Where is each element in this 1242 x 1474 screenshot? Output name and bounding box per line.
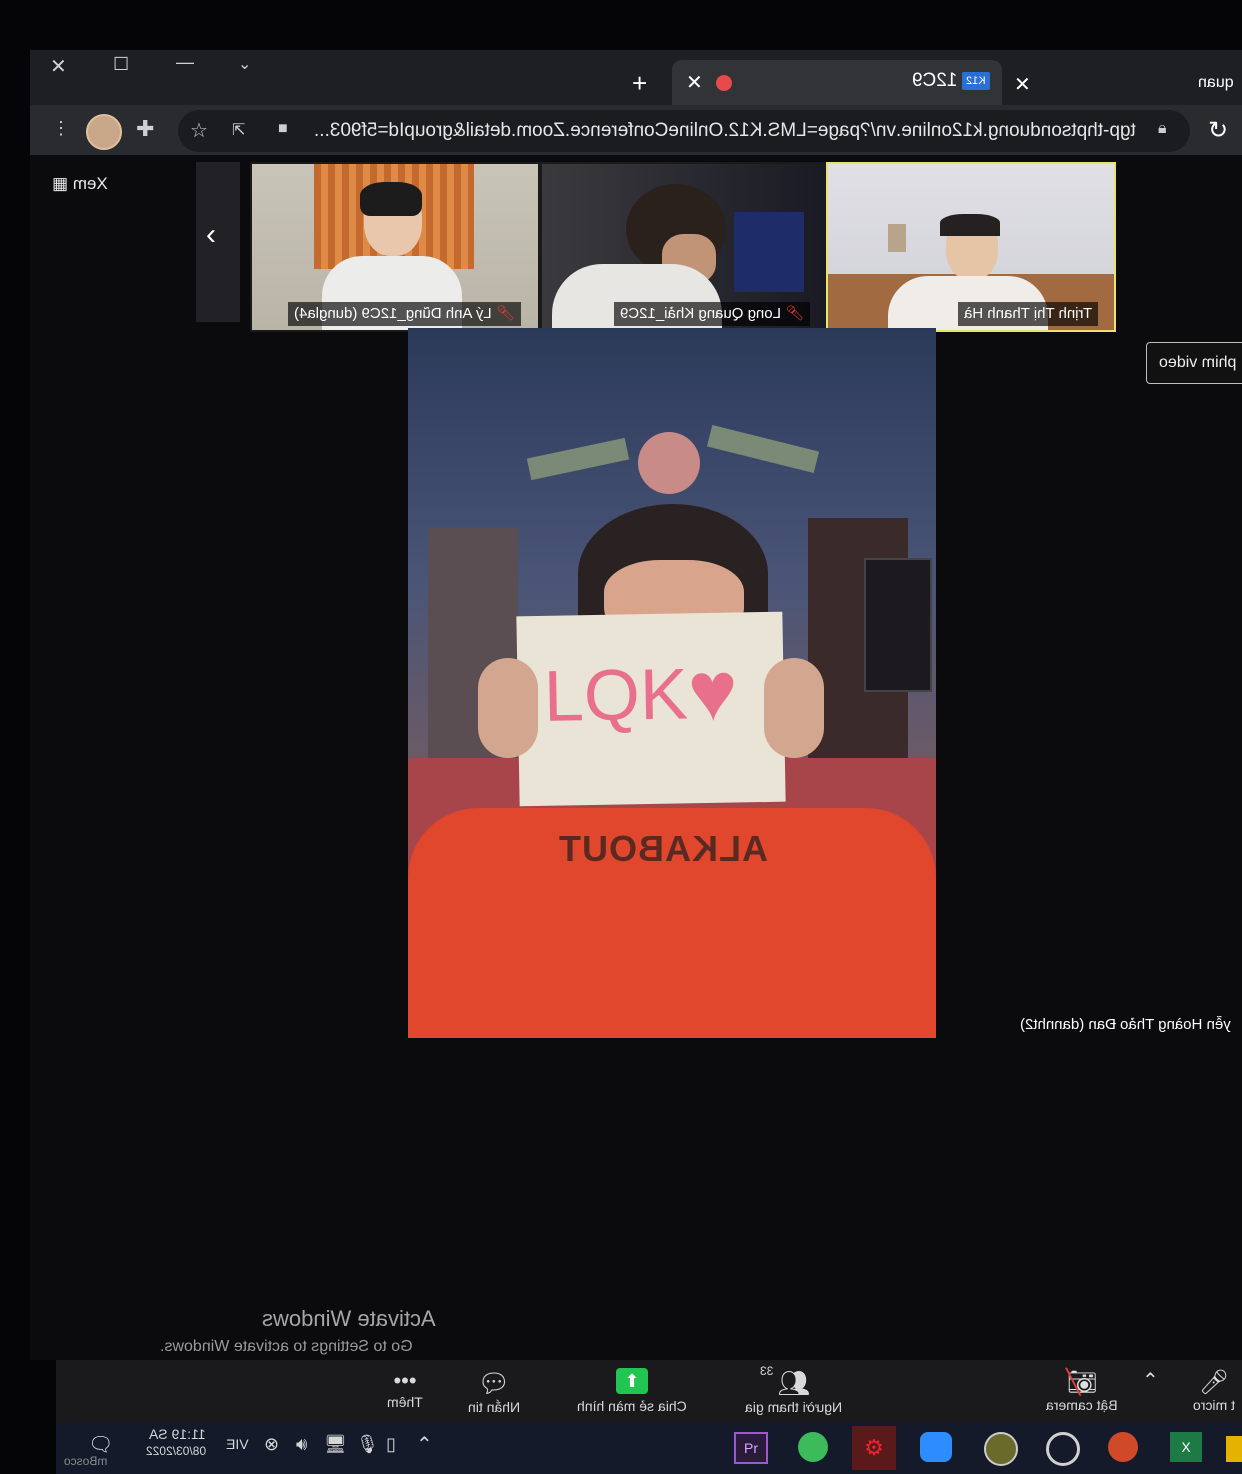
participant-tile[interactable]: 🎤︎ Lý Anh Dũng_12C9 (dungla4) <box>250 162 540 332</box>
pc-lights <box>734 212 804 292</box>
gallery-prev-button[interactable]: ‹ <box>196 162 240 322</box>
reload-icon[interactable]: ↻ <box>1208 116 1228 145</box>
tray-expand-icon[interactable]: ⌃ <box>416 1432 433 1457</box>
tab-quan[interactable]: quan <box>1198 74 1234 92</box>
participant-name: Trịnh Thị Thanh Hà <box>958 302 1099 326</box>
tab-12c9[interactable]: ✕ 12C9 K12 <box>672 60 1002 105</box>
clock-time: 11:19 SA <box>149 1426 206 1442</box>
corner-text: mBosco <box>64 1454 108 1468</box>
extensions-puzzle-icon[interactable]: ✚ <box>136 116 154 142</box>
people-icon: 👥︎ 33 <box>760 1364 811 1398</box>
ceiling-fan-hub <box>638 432 700 494</box>
profile-avatar[interactable] <box>86 114 122 150</box>
close-window-icon[interactable]: ✕ <box>50 54 67 79</box>
main-video: ALKABOUT LQK ♥ <box>408 328 936 1038</box>
zoom-app-icon[interactable] <box>920 1432 952 1462</box>
maximize-icon[interactable]: ☐ <box>113 54 129 75</box>
share-arrow-icon: ⬆ <box>616 1368 648 1394</box>
participants-button[interactable]: 👥︎ 33 Người tham gia <box>732 1364 856 1415</box>
shirt-print: ALKABOUT <box>558 828 768 869</box>
wall-picture <box>864 558 932 692</box>
sign-text: LQK <box>543 654 689 737</box>
tab-search-chevron-icon[interactable]: ⌄ <box>238 54 251 74</box>
recording-icon <box>716 75 732 91</box>
language-indicator[interactable]: VIE <box>226 1436 249 1452</box>
activate-windows-subtitle: Go to Settings to activate Windows. <box>160 1338 413 1355</box>
participant-tile-active[interactable]: Trịnh Thị Thanh Hà <box>826 162 1116 332</box>
chat-bubble-icon: 💬︎ <box>477 1368 511 1398</box>
powerpoint-icon[interactable] <box>1108 1432 1138 1462</box>
menu-dots-icon[interactable]: ⋮ <box>52 118 70 139</box>
participant-name: 🎤︎ Long Quang Khải_12C9 <box>614 302 811 326</box>
chat-button[interactable]: 💬︎ Nhắn tin <box>456 1368 532 1415</box>
more-dots-icon: ••• <box>393 1368 417 1393</box>
share-page-icon[interactable]: ⇱ <box>232 120 245 140</box>
camera-button[interactable]: 📷︎ ╲ Bật camera <box>1034 1368 1130 1413</box>
new-tab-icon[interactable]: + <box>632 68 647 99</box>
share-screen-button[interactable]: ⬆ Chia sẻ màn hình <box>564 1368 700 1414</box>
wall-frame <box>888 224 906 252</box>
red-app-icon[interactable]: ⚙︎ <box>852 1426 896 1470</box>
folder-icon[interactable] <box>1226 1436 1242 1462</box>
camera-off-icon: 📷︎ ╲ <box>1066 1369 1098 1396</box>
premiere-icon[interactable]: Pr <box>734 1432 768 1464</box>
tab-close-icon[interactable]: ✕ <box>1014 72 1031 97</box>
network-icon[interactable]: 🖥︎ <box>324 1434 347 1455</box>
lock-icon: 🔒︎ <box>1158 120 1167 137</box>
more-button[interactable]: ••• Thêm <box>370 1368 440 1410</box>
clock-date: 08/03/2022 <box>145 1444 206 1458</box>
battery-icon[interactable]: ▯ <box>386 1434 396 1455</box>
participant-name: 🎤︎ Lý Anh Dũng_12C9 (dungla4) <box>288 302 521 326</box>
close-circle-icon[interactable]: ⊗ <box>264 1434 279 1455</box>
right-hand <box>764 658 824 758</box>
participant-hair <box>940 214 1000 236</box>
participant-tile[interactable]: 🎤︎ Long Quang Khải_12C9 <box>540 162 828 332</box>
chevron-left-icon: ‹ <box>206 218 216 251</box>
heart-icon: ♥ <box>686 643 739 739</box>
caret-up-icon[interactable]: ⌃ <box>1142 1368 1159 1393</box>
excel-icon[interactable]: X <box>1170 1432 1202 1462</box>
green-app-icon[interactable] <box>798 1432 828 1462</box>
speaker-name: yễn Hoàng Thảo Đan (dannht2) <box>1020 1016 1231 1033</box>
tab-title: 12C9 <box>912 70 958 91</box>
bookmark-star-icon[interactable]: ☆ <box>190 118 208 143</box>
tab-close-icon[interactable]: ✕ <box>686 70 703 95</box>
camera-permission-icon[interactable]: ■ <box>278 120 288 138</box>
minimize-icon[interactable]: — <box>176 52 194 73</box>
search-app-icon[interactable] <box>1046 1432 1080 1466</box>
micro-button[interactable]: 🎤︎ t micro <box>1186 1368 1242 1413</box>
paper-sign: LQK ♥ <box>516 611 786 807</box>
clock[interactable]: 11:19 SA 08/03/2022 <box>130 1426 206 1458</box>
k12-favicon: K12 <box>962 72 990 90</box>
left-hand <box>478 658 538 758</box>
view-button[interactable]: Xem ▦ <box>52 174 108 194</box>
url-text[interactable]: tgp-thptsonduong.k12online.vn/?page=LMS.… <box>314 120 1146 142</box>
microphone-icon[interactable]: 🎙︎ <box>356 1434 379 1455</box>
film-video-button[interactable]: phim video <box>1146 342 1242 384</box>
volume-icon[interactable]: 🔊︎ <box>296 1434 307 1455</box>
participant-hair <box>360 182 422 216</box>
media-app-icon[interactable] <box>984 1432 1018 1466</box>
mic-off-icon: 🎤︎ <box>1198 1369 1230 1396</box>
activate-windows-title: Activate Windows <box>262 1306 436 1331</box>
participants-count: 33 <box>760 1364 774 1378</box>
